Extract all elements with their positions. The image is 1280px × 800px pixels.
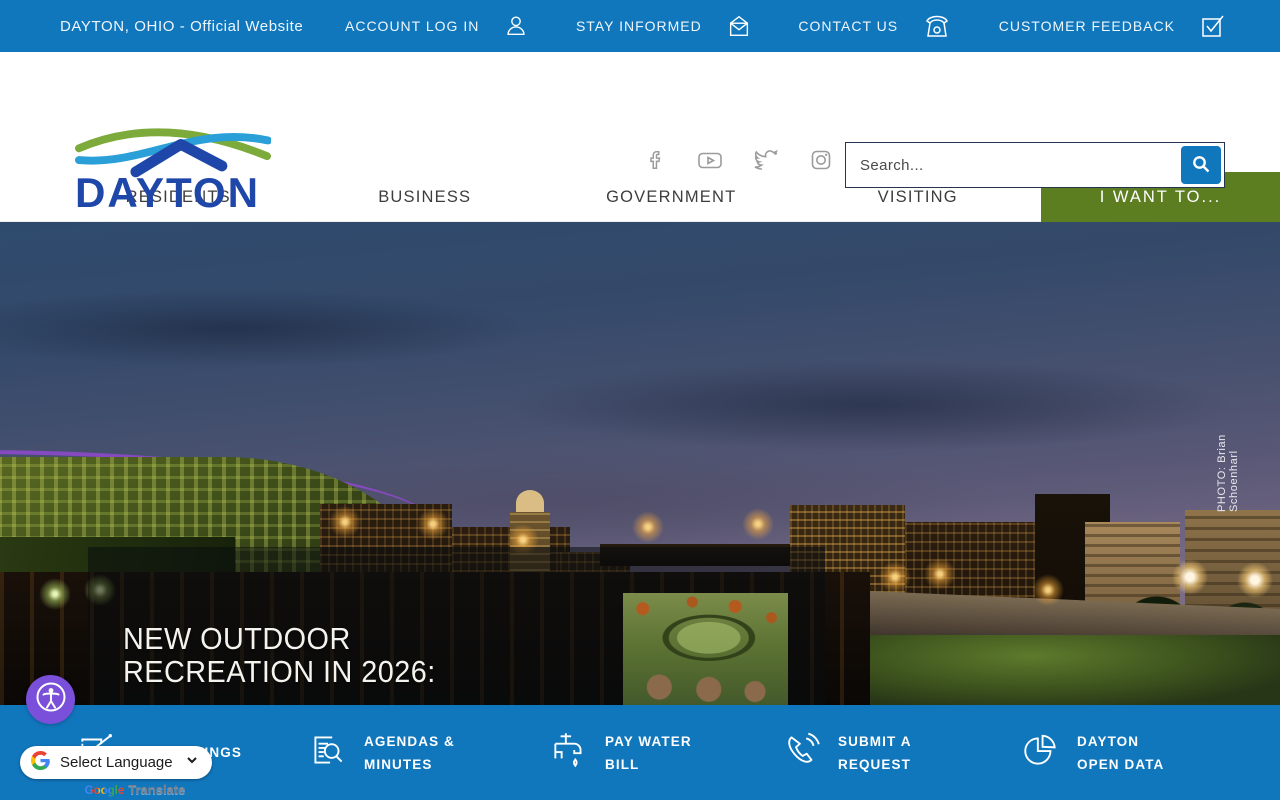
hero-headline: NEW OUTDOOR RECREATION IN 2026: [123, 622, 436, 688]
google-brand-label: Google [85, 785, 125, 797]
phone-icon [922, 12, 952, 40]
contact-us-link[interactable]: CONTACT US [798, 12, 952, 40]
hero-headline-line1: NEW OUTDOOR [123, 622, 436, 655]
hero-headline-line2: RECREATION IN 2026: [123, 655, 436, 688]
dayton-homepage: DAYTON, OHIO - Official Website ACCOUNT … [0, 0, 1280, 800]
search-button[interactable] [1181, 146, 1221, 184]
faucet-icon [548, 729, 590, 776]
quicklink-label: AGENDAS & [364, 730, 455, 753]
quicklink-label2: REQUEST [838, 753, 912, 776]
quicklink-label: SUBMIT A [838, 730, 912, 753]
customer-feedback-link[interactable]: CUSTOMER FEEDBACK [999, 12, 1225, 40]
select-language-label: Select Language [60, 754, 173, 771]
accessibility-button[interactable] [26, 675, 75, 724]
quicklink-agendas-minutes[interactable]: AGENDAS & MINUTES [307, 729, 455, 776]
header: DAYTON [0, 52, 1280, 172]
quicklink-open-data[interactable]: DAYTON OPEN DATA [1020, 729, 1164, 776]
accessibility-icon [34, 680, 68, 719]
nav-item-business[interactable]: BUSINESS [302, 172, 549, 222]
dayton-logo[interactable]: DAYTON [75, 116, 271, 212]
translate-product-label: Translate [128, 782, 185, 797]
envelope-icon [726, 13, 752, 39]
hero-inset-photo[interactable] [623, 593, 788, 705]
youtube-icon[interactable] [697, 148, 723, 177]
site-label: DAYTON, OHIO - Official Website [60, 18, 303, 35]
facebook-icon[interactable] [645, 148, 667, 177]
stay-informed-link[interactable]: STAY INFORMED [576, 13, 752, 39]
quicklink-label: PAY WATER [605, 730, 692, 753]
google-translate-select[interactable]: Select Language [20, 746, 212, 779]
hero-banner: NEW OUTDOOR RECREATION IN 2026: PHOTO: B… [0, 222, 1280, 705]
logo-wordmark: DAYTON [75, 169, 260, 212]
google-translate-attribution: GoogleTranslate [55, 781, 215, 799]
pie-chart-icon [1020, 729, 1062, 776]
quicklink-label: DAYTON [1077, 730, 1164, 753]
document-search-icon [307, 729, 349, 776]
contact-us-label: CONTACT US [798, 18, 898, 34]
quicklink-label2: BILL [605, 753, 692, 776]
feedback-check-icon [1199, 12, 1225, 40]
google-g-icon [31, 751, 50, 775]
nav-item-government[interactable]: GOVERNMENT [548, 172, 795, 222]
instagram-icon[interactable] [809, 148, 833, 177]
quicklink-pay-water-bill[interactable]: PAY WATER BILL [548, 729, 692, 776]
search-box [845, 142, 1225, 188]
top-utility-bar: DAYTON, OHIO - Official Website ACCOUNT … [0, 0, 1280, 52]
social-links [645, 148, 833, 177]
stay-informed-label: STAY INFORMED [576, 18, 702, 34]
quicklink-label2: MINUTES [364, 753, 455, 776]
phone-handset-icon [781, 729, 823, 776]
twitter-icon[interactable] [753, 148, 779, 177]
chevron-down-icon [184, 752, 200, 773]
account-login-link[interactable]: ACCOUNT LOG IN [345, 13, 529, 39]
customer-feedback-label: CUSTOMER FEEDBACK [999, 18, 1175, 34]
search-icon [1191, 154, 1211, 177]
account-login-label: ACCOUNT LOG IN [345, 18, 479, 34]
photo-credit: PHOTO: Brian Schoenharl [1216, 377, 1240, 512]
search-input[interactable] [860, 143, 1160, 187]
top-utility-links: ACCOUNT LOG IN STAY INFORMED CONTACT US … [345, 12, 1225, 40]
quicklink-submit-request[interactable]: SUBMIT A REQUEST [781, 729, 912, 776]
person-icon [503, 13, 529, 39]
quicklink-label2: OPEN DATA [1077, 753, 1164, 776]
